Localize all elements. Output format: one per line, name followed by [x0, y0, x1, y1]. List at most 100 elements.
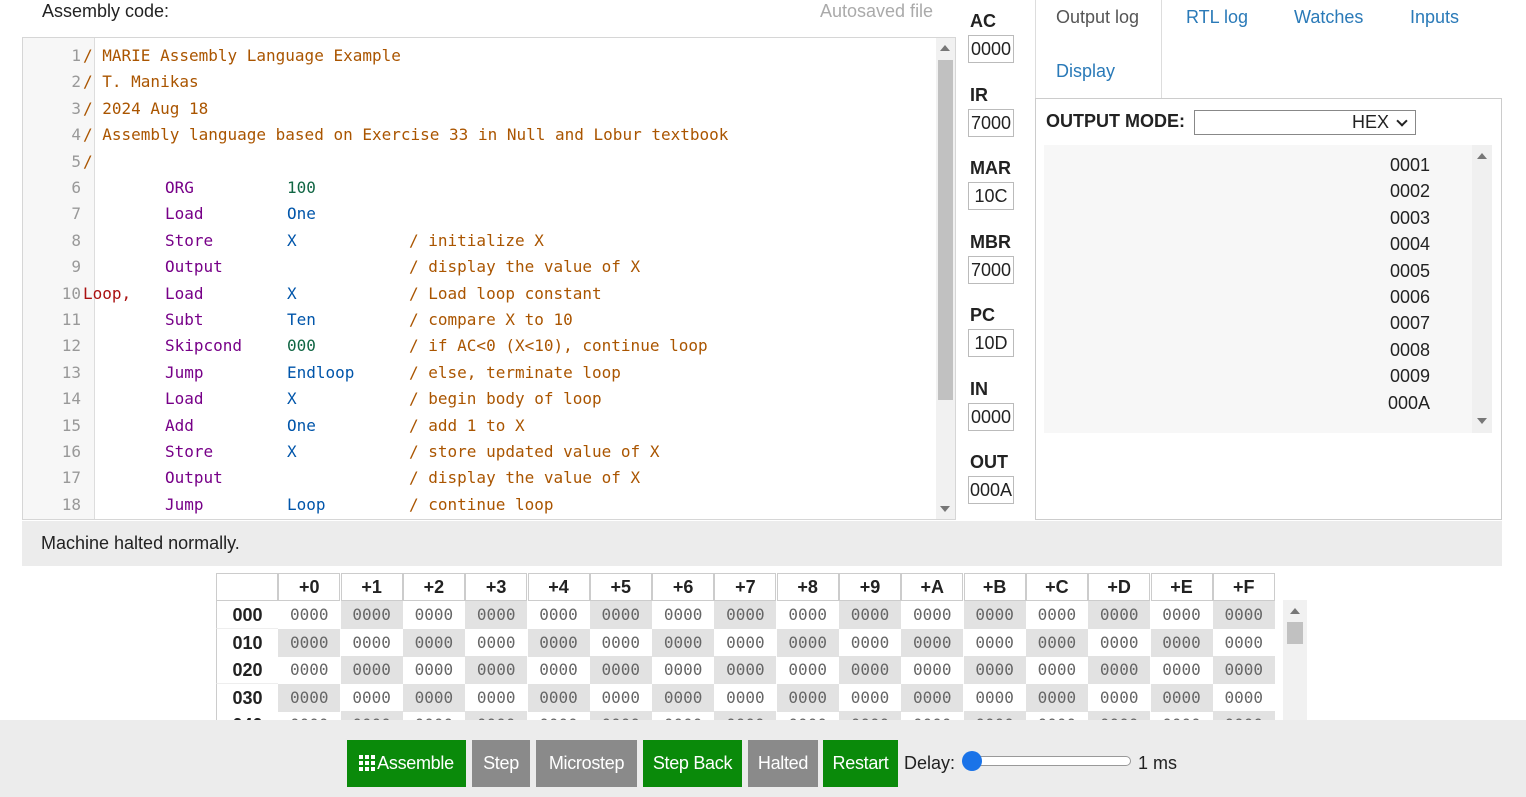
memory-cell[interactable]: 0000: [1026, 711, 1088, 720]
memory-cell[interactable]: 0000: [527, 628, 590, 657]
delay-slider-thumb[interactable]: [962, 751, 982, 771]
memory-cell[interactable]: 0000: [839, 629, 901, 657]
code-line[interactable]: 1/ MARIE Assembly Language Example: [23, 43, 935, 69]
memory-cell[interactable]: 0000: [839, 656, 901, 684]
memory-cell[interactable]: 0000: [652, 683, 715, 712]
memory-cell[interactable]: 0000: [403, 601, 465, 629]
memory-cell[interactable]: 0000: [901, 656, 963, 684]
memory-cell[interactable]: 0000: [839, 711, 901, 720]
code-line[interactable]: 11 Subt Ten / compare X to 10: [23, 307, 935, 333]
memory-cell[interactable]: 0000: [1213, 684, 1275, 712]
memory-cell[interactable]: 0000: [1150, 683, 1213, 712]
memory-cell[interactable]: 0000: [465, 684, 527, 712]
memory-scrollbar[interactable]: [1283, 600, 1307, 720]
scroll-down-icon[interactable]: [1477, 418, 1487, 424]
memory-cell[interactable]: 0000: [901, 683, 964, 712]
code-line[interactable]: 3/ 2024 Aug 18: [23, 96, 935, 122]
memory-cell[interactable]: 0000: [528, 656, 590, 684]
memory-cell[interactable]: 0000: [528, 711, 590, 720]
memory-cell[interactable]: 0000: [465, 601, 528, 629]
memory-cell[interactable]: 0000: [714, 601, 777, 629]
memory-cell[interactable]: 0000: [1151, 601, 1213, 629]
restart-button[interactable]: Restart: [823, 740, 898, 787]
scroll-up-icon[interactable]: [1290, 608, 1300, 614]
code-editor[interactable]: 1/ MARIE Assembly Language Example 2/ T. …: [22, 37, 956, 520]
code-line[interactable]: 17 Output / display the value of X: [23, 465, 935, 491]
assemble-button[interactable]: Assemble: [347, 740, 466, 787]
memory-cell[interactable]: 0000: [590, 629, 652, 657]
memory-cell[interactable]: 0000: [278, 656, 340, 684]
memory-cell[interactable]: 0000: [590, 684, 652, 712]
memory-cell[interactable]: 0000: [777, 601, 839, 629]
code-line[interactable]: 12 Skipcond 000 / if AC<0 (X<10), continue …: [23, 333, 935, 359]
memory-cell[interactable]: 0000: [1088, 656, 1151, 684]
memory-cell[interactable]: 0000: [1088, 684, 1150, 712]
memory-cell[interactable]: 0000: [465, 711, 528, 720]
memory-cell[interactable]: 0000: [1026, 656, 1088, 684]
memory-cell[interactable]: 0000: [714, 656, 777, 684]
memory-cell[interactable]: 0000: [901, 711, 963, 720]
memory-cell[interactable]: 0000: [652, 628, 715, 657]
memory-cell[interactable]: 0000: [1151, 656, 1213, 684]
memory-cell[interactable]: 0000: [402, 683, 465, 712]
memory-cell[interactable]: 0000: [465, 629, 527, 657]
memory-cell[interactable]: 0000: [527, 683, 590, 712]
memory-cell[interactable]: 0000: [964, 629, 1026, 657]
memory-cell[interactable]: 0000: [1088, 711, 1151, 720]
code-line[interactable]: 10 Loop, Load X / Load loop constant: [23, 281, 935, 307]
memory-cell[interactable]: 0000: [652, 711, 714, 720]
memory-cell[interactable]: 0000: [839, 601, 901, 629]
tab-inputs[interactable]: Inputs: [1410, 7, 1459, 28]
memory-cell[interactable]: 0000: [278, 683, 341, 712]
code-line[interactable]: 9 Output / display the value of X: [23, 254, 935, 280]
code-line[interactable]: 8 Store X / initialize X: [23, 228, 935, 254]
code-line[interactable]: 5/: [23, 149, 935, 175]
memory-cell[interactable]: 0000: [1025, 683, 1088, 712]
code-line[interactable]: 18 Jump Loop / continue loop: [23, 492, 935, 518]
memory-cell[interactable]: 0000: [1088, 629, 1150, 657]
code-line[interactable]: 16 Store X / store updated value of X: [23, 439, 935, 465]
memory-cell[interactable]: 0000: [403, 711, 465, 720]
scroll-up-icon[interactable]: [940, 45, 950, 51]
memory-cell[interactable]: 0000: [278, 628, 341, 657]
tab-watches[interactable]: Watches: [1294, 7, 1363, 28]
memory-cell[interactable]: 0000: [1150, 628, 1213, 657]
memory-cell[interactable]: 0000: [777, 656, 839, 684]
editor-scrollbar[interactable]: [936, 38, 955, 519]
code-line[interactable]: 7 Load One: [23, 201, 935, 227]
memory-cell[interactable]: 0000: [402, 628, 465, 657]
code-line[interactable]: 14 Load X / begin body of loop: [23, 386, 935, 412]
memory-cell[interactable]: 0000: [963, 601, 1026, 629]
memory-cell[interactable]: 0000: [776, 628, 839, 657]
scroll-up-icon[interactable]: [1477, 153, 1487, 159]
editor-scroll-thumb[interactable]: [938, 60, 953, 400]
tab-output-log[interactable]: Output log: [1056, 7, 1139, 28]
tab-rtl-log[interactable]: RTL log: [1186, 7, 1248, 28]
delay-slider-track[interactable]: [966, 756, 1131, 766]
memory-cell[interactable]: 0000: [528, 601, 590, 629]
memory-cell[interactable]: 0000: [964, 684, 1026, 712]
memory-cell[interactable]: 0000: [1212, 601, 1275, 629]
memory-cell[interactable]: 0000: [901, 628, 964, 657]
memory-cell[interactable]: 0000: [652, 601, 714, 629]
memory-cell[interactable]: 0000: [839, 684, 901, 712]
memory-cell[interactable]: 0000: [1088, 601, 1151, 629]
memory-cell[interactable]: 0000: [776, 683, 839, 712]
memory-cell[interactable]: 0000: [1026, 601, 1088, 629]
code-line[interactable]: 4/ Assembly language based on Exercise 3…: [23, 122, 935, 148]
memory-cell[interactable]: 0000: [963, 656, 1026, 684]
output-mode-select[interactable]: HEX: [1194, 110, 1416, 135]
memory-cell[interactable]: 0000: [465, 656, 528, 684]
memory-cell[interactable]: 0000: [777, 711, 839, 720]
memory-cell[interactable]: 0000: [714, 684, 776, 712]
step-back-button[interactable]: Step Back: [643, 740, 742, 787]
microstep-button[interactable]: Microstep: [536, 740, 637, 787]
memory-cell[interactable]: 0000: [589, 601, 652, 629]
output-scrollbar[interactable]: [1472, 145, 1492, 433]
memory-cell[interactable]: 0000: [1025, 628, 1088, 657]
memory-cell[interactable]: 0000: [340, 711, 403, 720]
memory-cell[interactable]: 0000: [1212, 656, 1275, 684]
memory-cell[interactable]: 0000: [589, 656, 652, 684]
memory-cell[interactable]: 0000: [278, 711, 340, 720]
memory-cell[interactable]: 0000: [1212, 711, 1275, 720]
